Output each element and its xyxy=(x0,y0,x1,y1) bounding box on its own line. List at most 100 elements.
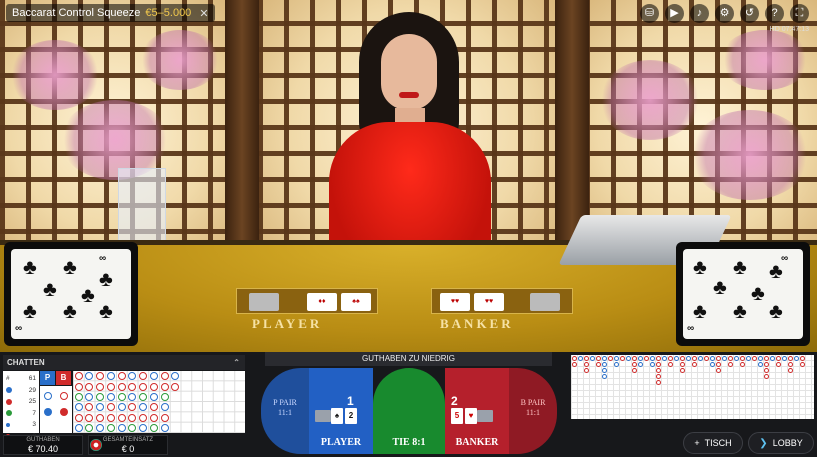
top-icon-bar: ⛁ ▶ ♪ ⚙ ↺ ? ⛶ xyxy=(640,4,809,23)
bet-limits[interactable]: €5–5.000 xyxy=(145,7,191,19)
card: ♠ xyxy=(331,408,343,424)
chip-history-icon[interactable]: ⛁ xyxy=(640,4,659,23)
bead-marker-icon xyxy=(160,372,169,381)
road-marker-icon xyxy=(691,355,697,361)
settings-icon[interactable]: ⚙ xyxy=(715,4,734,23)
club-pip-icon: ♣ xyxy=(23,300,37,323)
video-icon[interactable]: ▶ xyxy=(665,4,684,23)
road-marker-icon xyxy=(679,361,685,367)
discard-holder xyxy=(118,168,166,246)
road-marker-icon xyxy=(60,392,68,400)
fullscreen-icon[interactable]: ⛶ xyxy=(790,4,809,23)
road-marker-icon xyxy=(763,361,769,367)
card-back xyxy=(530,293,560,311)
bead-marker-icon xyxy=(160,423,169,432)
banker-score: 2 xyxy=(451,394,458,408)
road-marker-icon xyxy=(631,355,637,361)
banker-bet-label: BANKER xyxy=(455,437,499,448)
bead-marker-icon xyxy=(85,382,94,391)
club-pip-icon: ♣ xyxy=(769,300,783,323)
road-marker-icon xyxy=(703,355,709,361)
lobby-arrow-icon: ❯ xyxy=(759,437,768,449)
bead-marker-icon xyxy=(139,392,147,401)
stat-value: 25 xyxy=(28,398,36,406)
club-pip-icon: ♣ xyxy=(99,300,113,323)
volume-icon[interactable]: ♪ xyxy=(690,4,709,23)
bead-marker-icon xyxy=(149,382,158,391)
help-icon[interactable]: ? xyxy=(765,4,784,23)
road-marker-icon xyxy=(775,355,781,361)
road-marker-icon xyxy=(601,355,607,361)
bead-marker-icon xyxy=(149,372,158,381)
road-marker-icon xyxy=(739,361,745,367)
player-pair-bet-spot[interactable]: P PAIR 11:1 xyxy=(261,368,309,454)
road-marker-icon xyxy=(589,355,595,361)
road-marker-icon xyxy=(709,355,715,361)
road-marker-icon xyxy=(757,355,763,361)
game-title: Baccarat Control Squeeze xyxy=(12,7,141,19)
road-marker-icon xyxy=(655,379,661,385)
chat-toggle[interactable]: CHATTEN ⌃ xyxy=(3,355,245,370)
bead-marker-icon xyxy=(106,382,115,391)
bead-marker-icon xyxy=(96,382,104,391)
bead-marker-icon xyxy=(74,413,83,422)
road-marker-icon xyxy=(799,361,805,367)
bead-marker-icon xyxy=(74,403,83,412)
road-marker-icon xyxy=(751,355,757,361)
tie-bet-label: TIE 8:1 xyxy=(392,437,426,448)
road-marker-icon xyxy=(697,355,703,361)
clock-readout: HD 07:47:13 xyxy=(770,26,809,33)
player-card-area: ♦♦ ♠♠ xyxy=(236,288,378,314)
road-marker-icon xyxy=(799,355,805,361)
live-video-stream: ♦♦ ♠♠ ♥♥ ♥♥ PLAYER BANKER ∞ ♣ ♣ ♣ ♣ ♣ ♣ … xyxy=(0,0,817,352)
bead-marker-icon xyxy=(139,423,147,432)
stat-row: 3 xyxy=(6,419,36,431)
player-prediction-button[interactable]: P xyxy=(40,371,55,385)
cherry-blossom xyxy=(140,30,220,90)
card-back xyxy=(315,410,331,422)
history-icon[interactable]: ↺ xyxy=(740,4,759,23)
card: ♦♦ xyxy=(307,293,337,311)
road-marker-icon xyxy=(691,361,697,367)
prediction-road xyxy=(40,386,72,433)
player-bet-spot[interactable]: 1 ♠ 2 PLAYER xyxy=(309,368,373,454)
road-marker-icon xyxy=(649,355,655,361)
road-marker-icon xyxy=(715,367,721,373)
stat-value: 7 xyxy=(32,409,36,417)
chip-icon[interactable] xyxy=(90,439,102,451)
club-pip-icon: ♣ xyxy=(693,300,707,323)
stat-row: 7 xyxy=(6,408,36,420)
road-marker-icon xyxy=(757,361,763,367)
card: 2 xyxy=(345,408,357,424)
bead-marker-icon xyxy=(171,372,180,381)
add-table-button[interactable]: + TISCH xyxy=(683,432,743,454)
close-icon[interactable]: ✕ xyxy=(199,7,208,20)
table-player-label: PLAYER xyxy=(252,316,323,331)
road-marker-icon xyxy=(685,355,691,361)
banker-pair-title: B PAIR xyxy=(520,398,546,407)
road-marker-icon xyxy=(595,361,601,367)
banker-dot-icon xyxy=(6,398,12,405)
cherry-blossom xyxy=(720,30,810,90)
club-pip-icon: ♣ xyxy=(769,260,783,283)
road-marker-icon xyxy=(613,361,619,367)
tie-bet-spot[interactable]: TIE 8:1 xyxy=(373,368,445,454)
card-index: ∞ xyxy=(687,323,695,334)
club-pip-icon: ♣ xyxy=(693,256,707,279)
bead-marker-icon xyxy=(149,423,158,432)
banker-squeeze-card: ∞ ♣ ♣ ♣ ♣ ♣ ♣ ♣ ♣ ∞ xyxy=(676,242,810,346)
road-marker-icon xyxy=(44,392,52,400)
lobby-button[interactable]: ❯ LOBBY xyxy=(748,432,814,454)
banker-prediction-button[interactable]: B xyxy=(56,371,71,385)
club-pip-icon: ♣ xyxy=(43,278,57,301)
banker-bet-spot[interactable]: 2 5 ♥ BANKER xyxy=(445,368,509,454)
banker-pair-bet-spot[interactable]: B PAIR 11:1 xyxy=(509,368,557,454)
road-marker-icon xyxy=(763,355,769,361)
card-index: ∞ xyxy=(15,323,23,334)
player-squeeze-card: ∞ ♣ ♣ ♣ ♣ ♣ ♣ ♣ ♣ ∞ xyxy=(4,242,138,346)
balance-box: GUTHABEN € 70.40 xyxy=(3,435,83,455)
road-marker-icon xyxy=(601,373,607,379)
road-marker-icon xyxy=(775,361,781,367)
bead-marker-icon xyxy=(85,403,94,412)
big-road-scoreboard xyxy=(571,355,814,419)
